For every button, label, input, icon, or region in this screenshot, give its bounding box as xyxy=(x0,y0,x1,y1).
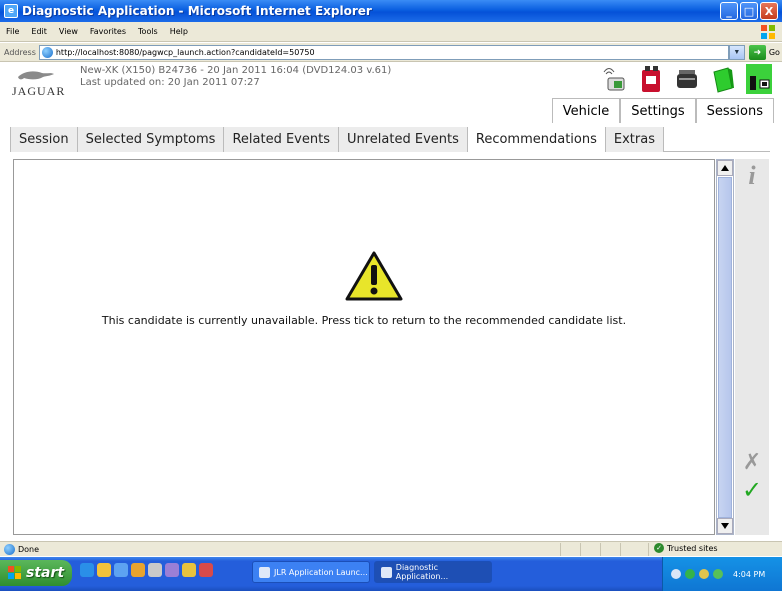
address-bar: Address http://localhost:8080/pagwcp_lau… xyxy=(0,43,782,62)
status-divider xyxy=(600,543,601,556)
address-dropdown-icon[interactable]: ▼ xyxy=(728,44,745,60)
content-scrollbar[interactable] xyxy=(716,159,734,535)
address-url: http://localhost:8080/pagwcp_launch.acti… xyxy=(55,47,315,57)
address-input[interactable]: http://localhost:8080/pagwcp_launch.acti… xyxy=(38,44,729,60)
tray-clock: 4:04 PM xyxy=(733,569,766,579)
windows-logo-icon xyxy=(761,25,775,39)
menu-bar: File Edit View Favorites Tools Help xyxy=(0,22,782,42)
tray-app-icon[interactable] xyxy=(713,569,723,579)
menu-tools[interactable]: Tools xyxy=(138,27,158,36)
media-quicklaunch-icon[interactable] xyxy=(165,563,179,577)
taskbar-item-diagnostic[interactable]: Diagnostic Application... xyxy=(374,561,492,583)
start-label: start xyxy=(26,565,65,581)
menu-file[interactable]: File xyxy=(6,27,19,36)
quick-launch xyxy=(80,563,213,577)
windows-flag-icon xyxy=(8,566,21,579)
side-action-panel: i ✗ ✓ xyxy=(735,159,769,535)
menu-view[interactable]: View xyxy=(59,27,78,36)
tray-arrow-icon[interactable] xyxy=(671,569,681,579)
info-icon[interactable]: i xyxy=(739,161,765,190)
taskbar-item-jlr-launcher[interactable]: JLR Application Launc... xyxy=(252,561,370,583)
status-bar: Done ✓ Trusted sites xyxy=(0,541,782,556)
module-icon[interactable] xyxy=(674,64,700,94)
status-divider xyxy=(560,543,561,556)
tab-selected-symptoms[interactable]: Selected Symptoms xyxy=(77,127,225,152)
taskbar-item-label: Diagnostic Application... xyxy=(395,563,449,581)
status-divider xyxy=(580,543,581,556)
maximize-button[interactable]: □ xyxy=(740,2,758,20)
status-divider xyxy=(620,543,621,556)
tab-unrelated-events[interactable]: Unrelated Events xyxy=(338,127,468,152)
page-icon xyxy=(41,46,53,58)
vehicle-info: New-XK (X150) B24736 - 20 Jan 2011 16:04… xyxy=(80,65,391,89)
updated-line: Last updated on: 20 Jan 2011 07:27 xyxy=(80,77,260,88)
menu-help[interactable]: Help xyxy=(170,27,188,36)
scroll-up-icon[interactable] xyxy=(717,160,733,176)
keyfob-status-icon[interactable] xyxy=(746,64,772,94)
vci-connection-icon[interactable] xyxy=(602,64,628,94)
start-button[interactable]: start xyxy=(0,560,72,586)
tool-quicklaunch-icon[interactable] xyxy=(148,563,162,577)
go-arrow-icon[interactable]: ➜ xyxy=(748,44,766,60)
tab-session[interactable]: Session xyxy=(10,127,78,152)
vehicle-battery-icon[interactable] xyxy=(638,64,664,94)
tab-settings[interactable]: Settings xyxy=(620,98,696,123)
tray-network-icon[interactable] xyxy=(685,569,695,579)
trusted-zone-icon: ✓ xyxy=(654,543,664,553)
ie-icon: e xyxy=(4,4,18,18)
address-label: Address xyxy=(4,47,36,57)
tab-extras[interactable]: Extras xyxy=(605,127,664,152)
green-cube-icon[interactable] xyxy=(710,64,736,94)
scroll-down-icon[interactable] xyxy=(717,518,733,534)
status-page-icon xyxy=(4,543,15,555)
jlr-app-icon xyxy=(259,566,270,578)
confirm-tick-icon[interactable]: ✓ xyxy=(739,476,765,504)
desktop-quicklaunch-icon[interactable] xyxy=(114,563,128,577)
jaguar-logo: JAGUAR xyxy=(12,66,74,106)
zone-label: Trusted sites xyxy=(667,543,718,553)
ie-app-icon xyxy=(381,566,392,578)
content-panel: This candidate is currently unavailable.… xyxy=(13,159,715,535)
tab-related-events[interactable]: Related Events xyxy=(224,127,339,152)
scroll-thumb[interactable] xyxy=(718,177,732,518)
folder-quicklaunch-icon[interactable] xyxy=(97,563,111,577)
tab-sessions[interactable]: Sessions xyxy=(695,98,774,123)
vehicle-line: New-XK (X150) B24736 - 20 Jan 2011 16:04… xyxy=(80,65,392,76)
warning-icon xyxy=(345,251,403,301)
tab-vehicle[interactable]: Vehicle xyxy=(551,98,621,123)
jaguar-leaper-icon xyxy=(18,71,54,80)
security-zone: ✓ Trusted sites xyxy=(654,543,718,553)
app-header: JAGUAR New-XK (X150) B24736 - 20 Jan 201… xyxy=(0,62,782,126)
ie-quicklaunch-icon[interactable] xyxy=(80,563,94,577)
minimize-button[interactable]: _ xyxy=(720,2,738,20)
menu-edit[interactable]: Edit xyxy=(31,27,47,36)
go-button[interactable]: Go xyxy=(769,48,780,57)
window-title: Diagnostic Application - Microsoft Inter… xyxy=(22,4,372,18)
main-tab-bar: Session Selected Symptoms Related Events… xyxy=(10,127,770,152)
logo-text: JAGUAR xyxy=(12,84,66,98)
close-button[interactable]: X xyxy=(760,2,778,20)
cancel-x-icon[interactable]: ✗ xyxy=(739,449,765,475)
status-text: Done xyxy=(18,544,40,554)
system-tray: 4:04 PM xyxy=(662,557,782,591)
unavailable-message: This candidate is currently unavailable.… xyxy=(101,314,627,327)
messenger-quicklaunch-icon[interactable] xyxy=(182,563,196,577)
tray-security-icon[interactable] xyxy=(699,569,709,579)
taskbar: start JLR Application Launc... Diagnosti… xyxy=(0,557,782,591)
taskbar-item-label: JLR Application Launc... xyxy=(274,567,368,577)
app-quicklaunch-icon[interactable] xyxy=(131,563,145,577)
status-divider xyxy=(648,543,649,556)
mail-quicklaunch-icon[interactable] xyxy=(199,563,213,577)
tab-recommendations[interactable]: Recommendations xyxy=(467,127,606,152)
window-title-bar[interactable]: e Diagnostic Application - Microsoft Int… xyxy=(0,0,782,22)
menu-favorites[interactable]: Favorites xyxy=(90,27,126,36)
